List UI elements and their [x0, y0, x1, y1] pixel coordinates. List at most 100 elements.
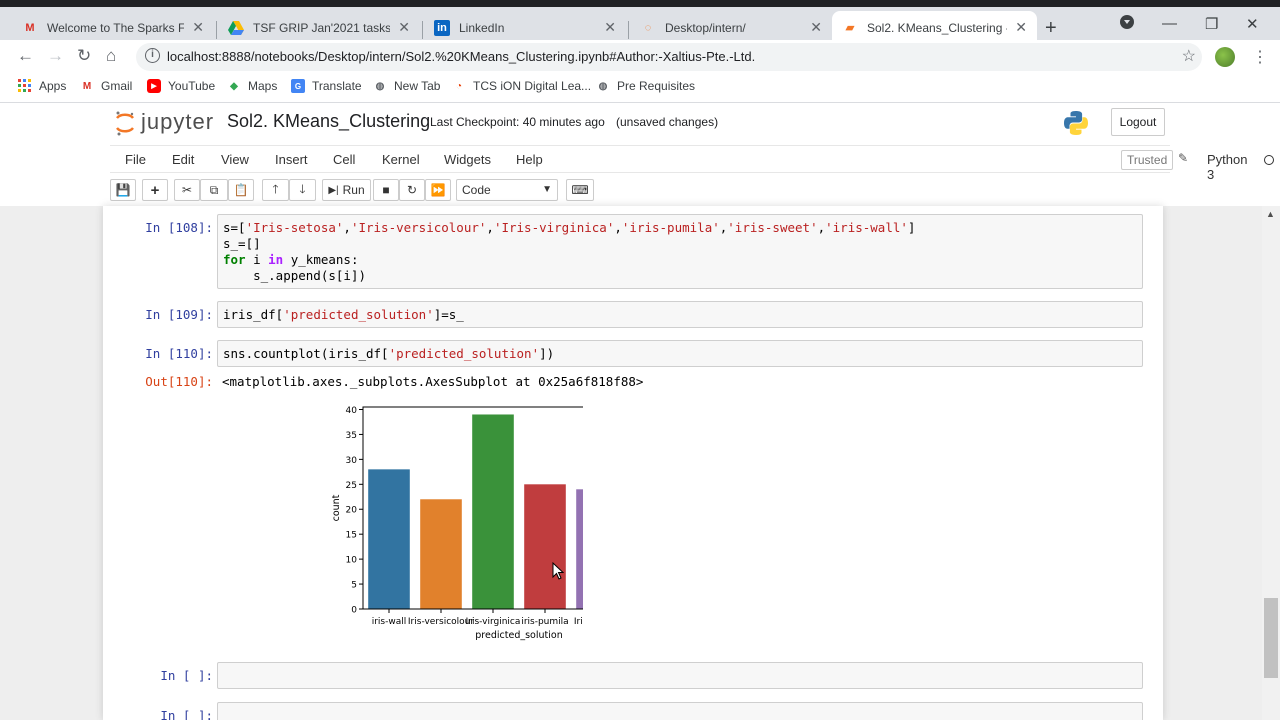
- menu-view[interactable]: View: [221, 152, 249, 167]
- x-tick-label: Iris-versicolour: [408, 617, 474, 627]
- back-icon[interactable]: ←: [17, 46, 34, 66]
- tab-title: TSF GRIP Jan'2021 tasks upd: [253, 20, 391, 35]
- save-button[interactable]: 💾: [110, 179, 136, 201]
- move-up-button[interactable]: 🡑: [262, 179, 289, 201]
- restart-icon: ↻: [406, 183, 418, 197]
- arrow-down-icon: 🡓: [299, 181, 306, 196]
- cut-button[interactable]: ✂: [174, 179, 200, 201]
- tab-title: Desktop/intern/: [665, 20, 746, 35]
- close-icon[interactable]: ✕: [604, 19, 616, 36]
- jupyter-header: jupyter Sol2. KMeans_Clustering Last Che…: [0, 103, 1280, 206]
- empty-code-cell[interactable]: [217, 702, 1143, 720]
- bookmark-gmail[interactable]: M Gmail: [80, 79, 133, 93]
- bookmark-pre-requisites[interactable]: ◍ Pre Requisites: [596, 79, 695, 93]
- move-down-button[interactable]: 🡓: [289, 179, 316, 201]
- x-tick-label: Iris-setosa: [574, 617, 583, 627]
- bookmark-new-tab[interactable]: ◍ New Tab: [373, 79, 441, 93]
- menu-cell[interactable]: Cell: [333, 152, 355, 167]
- linkedin-icon: in: [434, 19, 450, 36]
- browser-menu-icon[interactable]: ⋮: [1252, 47, 1268, 67]
- y-tick-label: 0: [351, 606, 357, 616]
- cell-input-prompt: In [ ]:: [160, 668, 213, 683]
- bar-iris-pumila: [524, 484, 566, 609]
- close-icon[interactable]: ✕: [810, 19, 822, 36]
- restore-icon[interactable]: ❐: [1205, 15, 1218, 33]
- menu-help[interactable]: Help: [516, 152, 543, 167]
- run-button[interactable]: ▶| Run: [322, 179, 371, 201]
- jupyter-logo[interactable]: jupyter: [115, 109, 215, 136]
- edit-pencil-icon[interactable]: ✎: [1178, 151, 1188, 165]
- close-window-icon[interactable]: ✕: [1246, 15, 1259, 33]
- bookmark-translate[interactable]: G Translate: [291, 79, 362, 93]
- close-icon[interactable]: ✕: [1015, 19, 1027, 36]
- restart-button[interactable]: ↻: [399, 179, 425, 201]
- menu-kernel[interactable]: Kernel: [382, 152, 420, 167]
- profile-avatar[interactable]: [1215, 47, 1235, 67]
- minimize-icon[interactable]: —: [1162, 15, 1177, 32]
- countplot-chart: 0 5 10 15 20 25 30 35 40 iris-wall Iris-versicolou…: [331, 406, 583, 641]
- interrupt-button[interactable]: ■: [373, 179, 399, 201]
- new-tab-button[interactable]: +: [1045, 17, 1057, 40]
- scrollbar-thumb[interactable]: [1264, 598, 1278, 678]
- browser-toolbar: ← → ↻ ⌂ i localhost:8888/notebooks/Deskt…: [0, 40, 1280, 73]
- y-tick-label: 20: [346, 506, 358, 516]
- python-logo-icon: [1063, 110, 1089, 136]
- copy-icon: ⧉: [209, 182, 219, 197]
- cell-output-prompt: Out[110]:: [145, 374, 213, 389]
- bookmark-tcs-ion[interactable]: ◔ TCS iON Digital Lea...: [452, 79, 591, 93]
- close-icon[interactable]: ✕: [398, 19, 410, 36]
- restart-run-all-button[interactable]: ⏩: [425, 179, 451, 201]
- empty-code-cell[interactable]: [217, 662, 1143, 689]
- url-text[interactable]: localhost:8888/notebooks/Desktop/intern/…: [167, 49, 755, 64]
- trusted-indicator[interactable]: Trusted: [1121, 150, 1174, 170]
- paste-button[interactable]: 📋: [228, 179, 254, 201]
- bookmark-label: Translate: [312, 79, 362, 93]
- y-tick-label: 40: [346, 406, 358, 416]
- scroll-up-icon[interactable]: ▲: [1266, 209, 1275, 219]
- y-tick-label: 35: [346, 431, 357, 441]
- page-scrollbar[interactable]: ▲: [1262, 206, 1280, 720]
- code-cell-108[interactable]: s=['Iris-setosa','Iris-versicolour','Iri…: [217, 214, 1143, 289]
- menu-insert[interactable]: Insert: [275, 152, 308, 167]
- x-axis-label: predicted_solution: [475, 630, 562, 641]
- jupyter-logo-icon: [115, 110, 135, 136]
- home-icon[interactable]: ⌂: [106, 46, 116, 66]
- code-cell-110[interactable]: sns.countplot(iris_df['predicted_solutio…: [217, 340, 1143, 367]
- bar-iris-versicolour: [420, 499, 462, 609]
- command-palette-button[interactable]: ⌨: [566, 179, 594, 201]
- cell-type-select[interactable]: Code ▼: [456, 179, 558, 201]
- y-tick-label: 10: [346, 556, 358, 566]
- menu-edit[interactable]: Edit: [172, 152, 194, 167]
- step-forward-icon: ▶|: [328, 184, 339, 196]
- jupyter-logo-text: jupyter: [141, 109, 215, 134]
- bookmark-label: Apps: [39, 79, 67, 93]
- globe-icon: ◍: [375, 80, 385, 92]
- tab-title: Sol2. KMeans_Clustering - Ju: [867, 20, 1007, 35]
- site-info-icon[interactable]: i: [145, 48, 160, 63]
- menu-file[interactable]: File: [125, 152, 146, 167]
- menu-widgets[interactable]: Widgets: [444, 152, 491, 167]
- y-axis-label: count: [331, 494, 342, 521]
- notebook-menubar: File Edit View Insert Cell Kernel Widget…: [110, 145, 1274, 182]
- translate-icon: G: [291, 79, 305, 93]
- bookmark-youtube[interactable]: ▶ YouTube: [147, 79, 215, 93]
- cell-type-value: Code: [462, 183, 491, 197]
- code-cell-109[interactable]: iris_df['predicted_solution']=s_: [217, 301, 1143, 328]
- youtube-icon: ▶: [147, 79, 161, 93]
- reload-icon[interactable]: ↻: [77, 46, 91, 66]
- bookmark-star-icon[interactable]: ☆: [1182, 46, 1196, 66]
- tab-search-icon[interactable]: [1120, 15, 1134, 33]
- forward-icon[interactable]: →: [47, 46, 64, 66]
- notebook-name[interactable]: Sol2. KMeans_Clustering: [227, 111, 430, 132]
- address-bar[interactable]: i localhost:8888/notebooks/Desktop/inter…: [136, 43, 1202, 71]
- insert-cell-button[interactable]: +: [142, 179, 168, 201]
- bookmark-apps[interactable]: Apps: [18, 79, 66, 93]
- arrow-up-icon: 🡑: [272, 181, 279, 196]
- close-icon[interactable]: ✕: [192, 19, 204, 36]
- cell-input-prompt: In [110]:: [145, 346, 213, 361]
- save-icon: 💾: [115, 183, 131, 197]
- copy-button[interactable]: ⧉: [200, 179, 228, 201]
- bookmark-label: Pre Requisites: [617, 79, 696, 93]
- bookmark-maps[interactable]: ◆ Maps: [227, 79, 277, 93]
- logout-button[interactable]: Logout: [1111, 108, 1165, 136]
